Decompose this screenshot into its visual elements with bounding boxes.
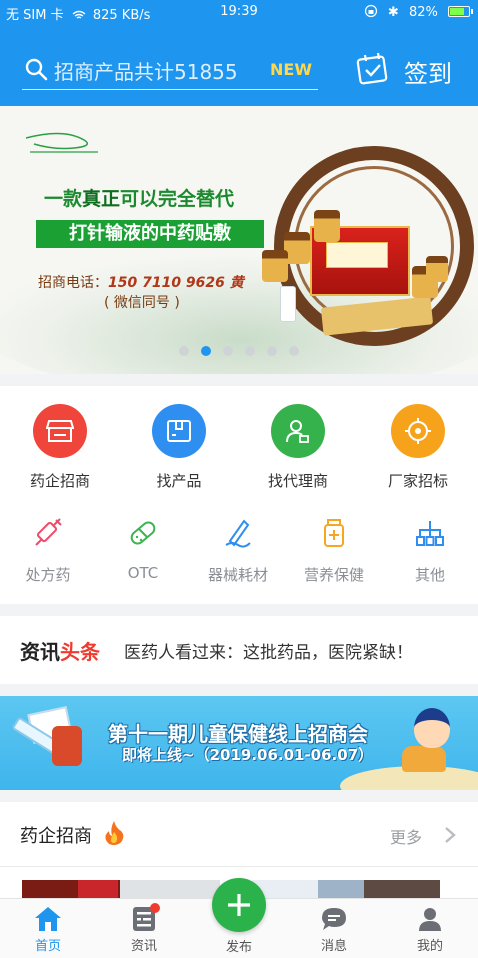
publish-button[interactable] <box>212 878 266 932</box>
event-subtitle: 即将上线~（2019.06.01-06.07） <box>122 746 374 764</box>
news-ticker[interactable]: 资讯头条 医药人看过来：这批药品，医院紧缺！ <box>0 616 478 684</box>
chat-bubble-icon <box>294 905 374 933</box>
promo-carousel[interactable]: 一款真正可以完全替代 打针输液的中药贴敷 招商电话：150 7110 9626 … <box>0 106 478 374</box>
agent-icon <box>271 404 325 458</box>
product-thumbnail[interactable] <box>318 880 364 898</box>
target-icon <box>391 404 445 458</box>
tab-messages[interactable]: 消息 <box>294 905 374 954</box>
search-bar[interactable]: 招商产品共计51855 NEW <box>22 48 318 90</box>
category-label: 营养保健 <box>303 566 364 584</box>
section-divider <box>0 866 478 867</box>
carousel-dot[interactable] <box>223 346 233 356</box>
tab-label: 首页 <box>34 939 61 954</box>
category-tenders[interactable]: 厂家招标 <box>358 404 478 491</box>
more-link[interactable]: 更多 <box>390 824 422 848</box>
category-label: 找代理商 <box>267 472 328 490</box>
product-jar-image <box>262 250 288 282</box>
tab-label: 消息 <box>320 939 347 954</box>
box-icon <box>152 404 206 458</box>
event-banner[interactable]: 第十一期儿童保健线上招商会 即将上线~（2019.06.01-06.07） <box>0 696 478 790</box>
syringe-icon <box>31 516 65 550</box>
home-icon <box>8 905 88 933</box>
news-headline[interactable]: 医药人看过来：这批药品，医院紧缺！ <box>124 638 413 663</box>
category-label: 处方药 <box>25 566 71 584</box>
carousel-dot[interactable] <box>267 346 277 356</box>
category-label: 药企招商 <box>29 472 90 490</box>
chevron-right-icon[interactable] <box>444 826 456 844</box>
medicine-bottle-image <box>52 726 82 766</box>
fire-icon <box>105 821 124 845</box>
product-thumbnail[interactable] <box>120 880 220 898</box>
tab-news[interactable]: 资讯 <box>104 903 184 954</box>
instrument-icon <box>221 516 255 550</box>
bluetooth-icon: ✱ <box>387 5 399 20</box>
news-icon <box>104 905 184 933</box>
network-icon <box>413 516 447 550</box>
product-jar-image <box>314 210 340 242</box>
section-title: 药企招商 <box>20 826 92 847</box>
notification-dot <box>150 903 160 913</box>
rotation-lock-icon <box>364 4 377 18</box>
carousel-indicators <box>0 346 478 356</box>
category-instruments[interactable]: 器械耗材 <box>190 516 286 585</box>
tab-label: 资讯 <box>130 939 157 954</box>
user-icon <box>390 905 470 933</box>
status-bar: 无 SIM 卡 825 KB/s 19:39 ✱ 82% <box>0 0 478 24</box>
new-badge: NEW <box>270 60 312 79</box>
product-thumbnail[interactable] <box>78 880 118 898</box>
product-bottle-image <box>280 286 296 322</box>
publish-label: 发布 <box>225 940 252 955</box>
carousel-dot[interactable] <box>289 346 299 356</box>
tab-label: 我的 <box>416 939 443 954</box>
banner-headline: 一款真正可以完全替代 <box>44 188 235 210</box>
category-grid: 药企招商 找产品 找代理商 厂家招标 处方药 OTC 器械耗材 营养保健 其他 <box>0 386 478 604</box>
category-other[interactable]: 其他 <box>382 516 478 585</box>
status-right: ✱ 82% <box>364 4 473 20</box>
category-pharma-merchants[interactable]: 药企招商 <box>0 404 120 491</box>
product-thumbnail[interactable] <box>364 880 440 898</box>
category-label: 找产品 <box>156 472 202 490</box>
capsule-icon <box>126 516 160 550</box>
product-jar-image <box>426 256 448 282</box>
store-icon <box>33 404 87 458</box>
category-nutrition[interactable]: 营养保健 <box>286 516 382 585</box>
news-brand: 资讯头条 <box>20 640 100 664</box>
plus-icon <box>228 894 250 916</box>
battery-icon <box>448 6 473 17</box>
cartoon-kid-body <box>402 746 446 772</box>
category-label: 厂家招标 <box>387 472 448 490</box>
category-find-products[interactable]: 找产品 <box>119 404 239 491</box>
category-prescription[interactable]: 处方药 <box>0 516 96 585</box>
carousel-dot[interactable] <box>245 346 255 356</box>
category-find-agents[interactable]: 找代理商 <box>238 404 358 491</box>
banner-tagline: 打针输液的中药贴敷 <box>36 220 264 248</box>
supplement-bottle-icon <box>317 516 351 550</box>
checkin-label: 签到 <box>404 60 452 88</box>
swirl-decoration <box>25 132 98 153</box>
banner-wechat-note: ( 微信同号 ) <box>104 295 180 311</box>
calendar-check-icon <box>356 52 388 85</box>
search-placeholder: 招商产品共计51855 <box>54 60 238 84</box>
checkin-button[interactable]: 签到 <box>356 50 466 90</box>
tab-home[interactable]: 首页 <box>8 905 88 954</box>
search-icon <box>25 58 48 81</box>
category-otc[interactable]: OTC <box>95 516 191 582</box>
app-header: 无 SIM 卡 825 KB/s 19:39 ✱ 82% 招商产品共计51855… <box>0 0 478 106</box>
category-label: OTC <box>127 564 159 582</box>
carousel-dot[interactable] <box>201 346 211 356</box>
banner-contact: 招商电话：150 7110 9626 黄 <box>38 275 244 291</box>
cartoon-kid-head <box>414 708 450 748</box>
category-label: 器械耗材 <box>207 566 268 584</box>
battery-text: 82% <box>408 5 438 20</box>
carousel-dot[interactable] <box>179 346 189 356</box>
category-label: 其他 <box>414 566 445 584</box>
tab-profile[interactable]: 我的 <box>390 905 470 954</box>
event-title: 第十一期儿童保健线上招商会 <box>108 722 368 746</box>
